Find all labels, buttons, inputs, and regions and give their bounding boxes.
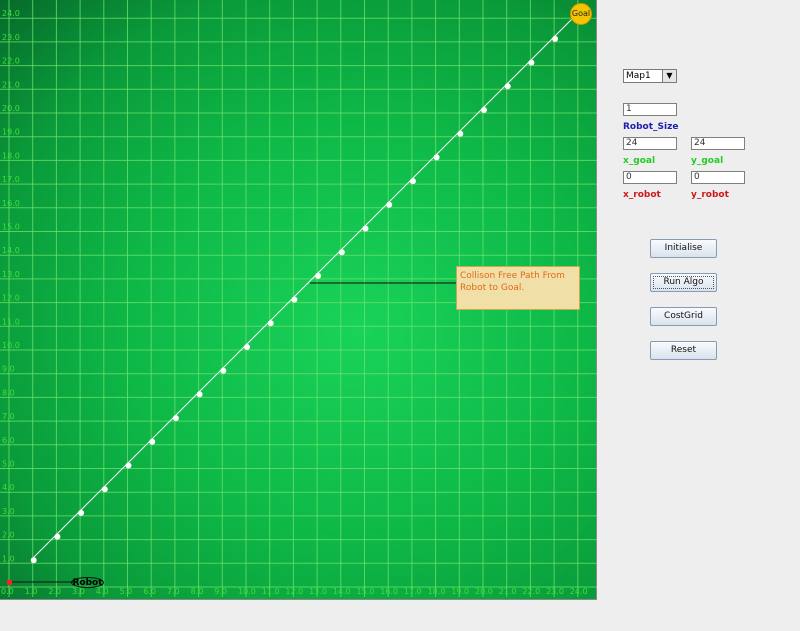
map-select-value: Map1 xyxy=(626,71,651,81)
path-annotation: Collison Free Path From Robot to Goal. xyxy=(456,266,580,310)
x-tick-label: 7.0 xyxy=(167,587,180,596)
y-tick-label: 7.0 xyxy=(2,412,15,421)
y-tick-label: 24.0 xyxy=(2,9,20,18)
x-tick-label: 8.0 xyxy=(191,587,204,596)
robot-size-label: Robot_Size xyxy=(623,122,679,132)
x-tick-label: 12.0 xyxy=(285,587,303,596)
x-tick-label: 1.0 xyxy=(25,587,38,596)
path-node xyxy=(172,415,179,422)
path-node xyxy=(315,272,322,279)
path-node xyxy=(386,201,393,208)
x-tick-label: 15.0 xyxy=(357,587,375,596)
chevron-down-icon[interactable]: ▼ xyxy=(662,70,676,82)
y-robot-input[interactable]: 0 xyxy=(691,171,745,184)
x-goal-input[interactable]: 24 xyxy=(623,137,677,150)
x-tick-label: 3.0 xyxy=(72,587,85,596)
x-tick-label: 22.0 xyxy=(522,587,540,596)
y-tick-label: 13.0 xyxy=(2,270,20,279)
path-node xyxy=(244,344,250,350)
x-tick-label: 4.0 xyxy=(96,587,109,596)
initialise-button[interactable]: Initialise xyxy=(650,239,717,258)
y-robot-label: y_robot xyxy=(691,190,729,200)
path-node xyxy=(457,130,464,137)
path-node xyxy=(433,154,440,161)
x-tick-label: 13.0 xyxy=(309,587,327,596)
map-canvas[interactable]: 0.0 1.0 2.0 3.0 4.0 5.0 6.0 7.0 8.0 9.0 10.0 11.0 12… xyxy=(0,0,597,600)
y-tick-label: 3.0 xyxy=(2,507,15,516)
y-tick-label: 12.0 xyxy=(2,294,20,303)
path-node xyxy=(101,486,108,493)
x-tick-label: 2.0 xyxy=(48,587,61,596)
x-tick-label: 23.0 xyxy=(546,587,564,596)
y-tick-label: 21.0 xyxy=(2,80,20,89)
path-node xyxy=(291,296,298,303)
robot-size-input[interactable]: 1 xyxy=(623,103,677,116)
x-tick-label: 18.0 xyxy=(428,587,446,596)
y-tick-label: 18.0 xyxy=(2,151,20,160)
path-node xyxy=(552,35,559,42)
path-node xyxy=(338,249,345,256)
x-goal-label: x_goal xyxy=(623,156,656,166)
x-tick-label: 10.0 xyxy=(238,587,256,596)
x-tick-label: 5.0 xyxy=(120,587,133,596)
path-node xyxy=(409,178,416,185)
x-tick-label: 20.0 xyxy=(475,587,493,596)
robot-marker xyxy=(7,580,12,585)
y-tick-label: 2.0 xyxy=(2,531,15,540)
path-node xyxy=(481,107,487,113)
robot-label: Robot xyxy=(71,577,104,588)
path-node xyxy=(196,391,203,398)
y-tick-label: 6.0 xyxy=(2,436,15,445)
x-tick-label: 17.0 xyxy=(404,587,422,596)
x-tick-label: 24.0 xyxy=(570,587,588,596)
y-tick-label: 20.0 xyxy=(2,104,20,113)
y-tick-label: 17.0 xyxy=(2,175,20,184)
y-tick-label: 19.0 xyxy=(2,128,20,137)
path-node xyxy=(267,320,274,327)
path-node xyxy=(125,462,132,469)
path-node xyxy=(504,83,511,90)
x-robot-label: x_robot xyxy=(623,190,661,200)
path-node xyxy=(362,225,369,232)
y-tick-label: 8.0 xyxy=(2,388,15,397)
y-tick-label: 1.0 xyxy=(2,554,15,563)
goal-marker: Goal xyxy=(570,3,592,25)
run-algo-button[interactable]: Run Algo xyxy=(650,273,717,292)
y-goal-input[interactable]: 24 xyxy=(691,137,745,150)
x-tick-label: 0.0 xyxy=(1,587,14,596)
y-tick-label: 15.0 xyxy=(2,223,20,232)
y-goal-label: y_goal xyxy=(691,156,724,166)
x-tick-label: 9.0 xyxy=(214,587,227,596)
x-tick-label: 14.0 xyxy=(333,587,351,596)
x-tick-label: 11.0 xyxy=(262,587,280,596)
y-tick-label: 22.0 xyxy=(2,57,20,66)
path-node xyxy=(78,509,85,516)
y-tick-label: 4.0 xyxy=(2,483,15,492)
y-tick-label: 10.0 xyxy=(2,341,20,350)
cost-grid-button[interactable]: CostGrid xyxy=(650,307,717,326)
x-tick-label: 16.0 xyxy=(380,587,398,596)
x-robot-input[interactable]: 0 xyxy=(623,171,677,184)
path-node xyxy=(528,59,535,66)
y-tick-label: 11.0 xyxy=(2,317,20,326)
path-node xyxy=(220,367,227,374)
path-node xyxy=(149,438,156,445)
y-tick-label: 9.0 xyxy=(2,365,15,374)
path-node xyxy=(54,533,61,540)
y-tick-label: 5.0 xyxy=(2,460,15,469)
x-tick-label: 6.0 xyxy=(143,587,156,596)
path-node xyxy=(30,557,37,564)
y-tick-label: 23.0 xyxy=(2,33,20,42)
x-tick-label: 19.0 xyxy=(451,587,469,596)
y-tick-label: 16.0 xyxy=(2,199,20,208)
reset-button[interactable]: Reset xyxy=(650,341,717,360)
x-tick-label: 21.0 xyxy=(499,587,517,596)
y-tick-label: 14.0 xyxy=(2,246,20,255)
map-select[interactable]: Map1 ▼ xyxy=(623,69,677,83)
